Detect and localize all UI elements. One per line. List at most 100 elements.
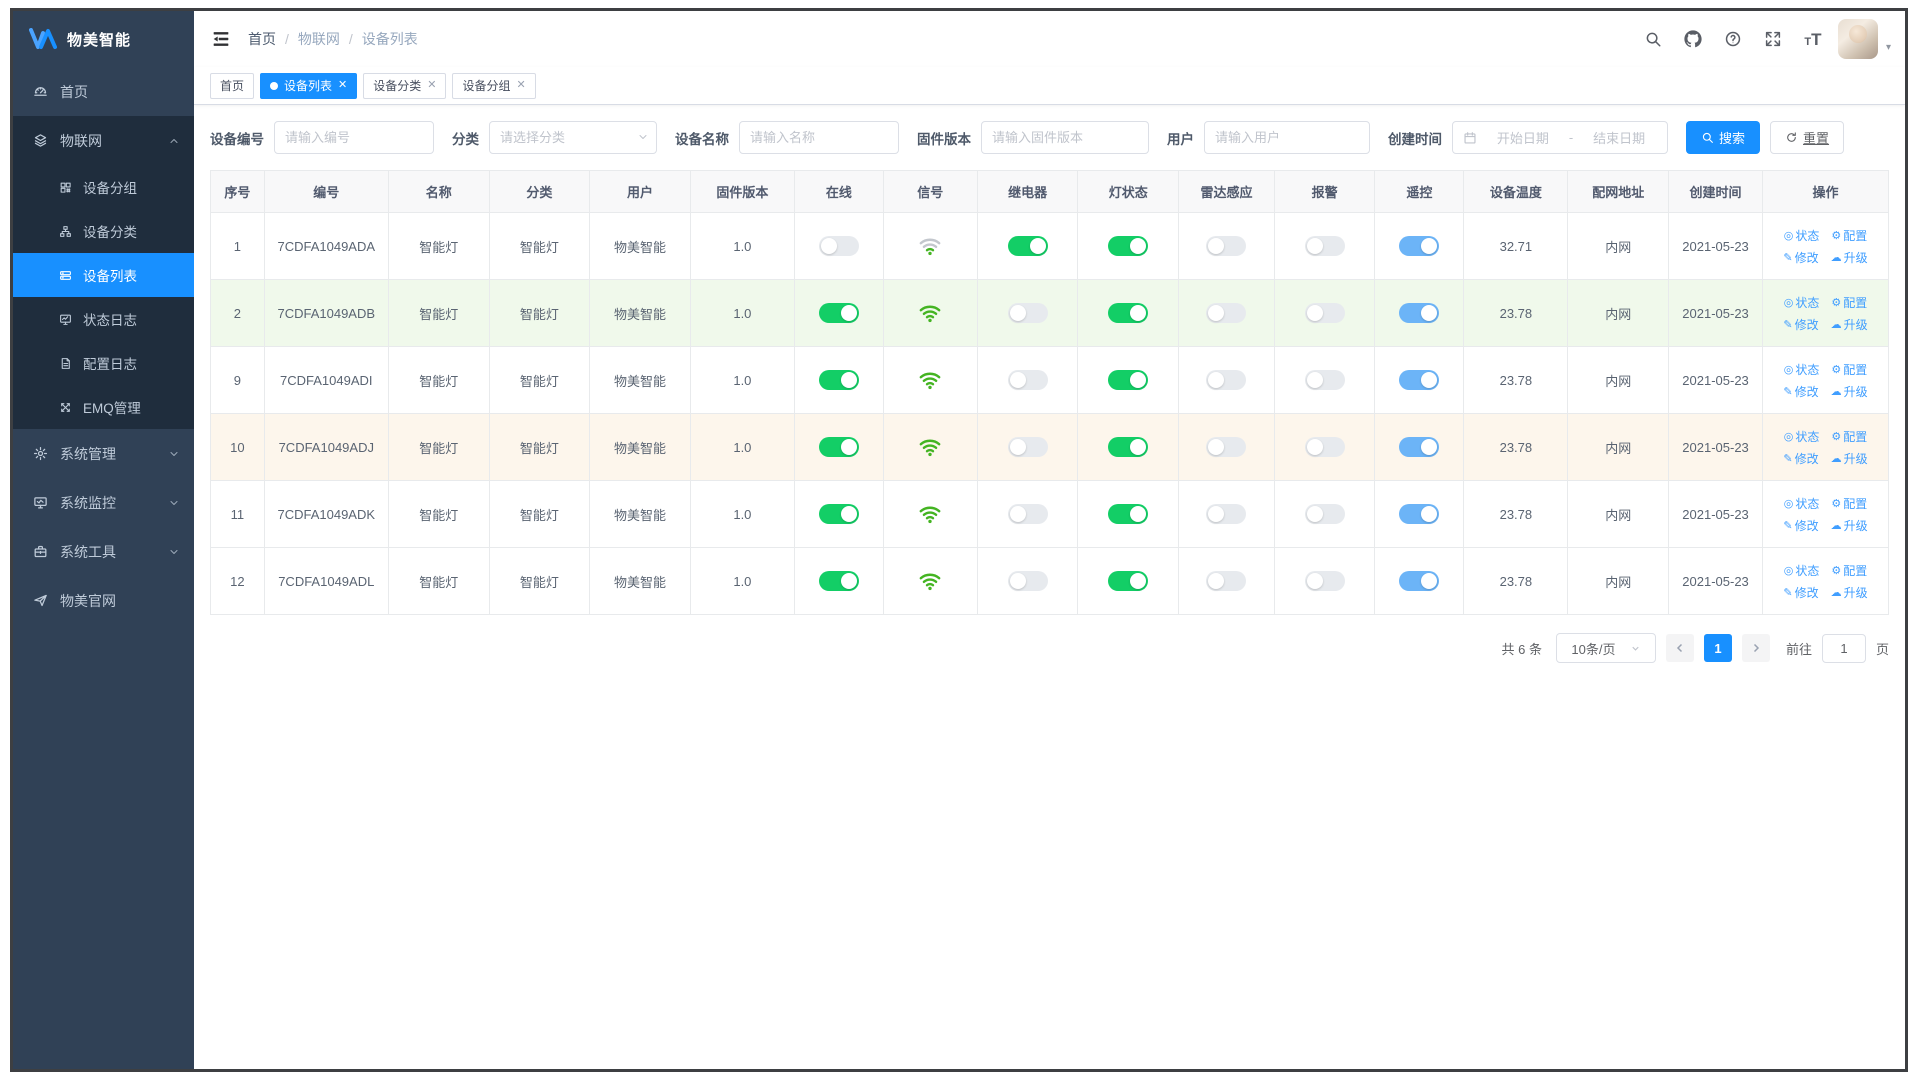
alarm-toggle[interactable]: [1304, 437, 1345, 457]
online-toggle[interactable]: [818, 236, 859, 256]
filter-input-4[interactable]: [1204, 121, 1370, 154]
remote-toggle[interactable]: [1399, 370, 1440, 390]
relay-toggle[interactable]: [1007, 236, 1048, 256]
filter-select-1[interactable]: [489, 121, 657, 154]
row-action-状态[interactable]: ◎ 状态: [1784, 361, 1820, 378]
next-page-button[interactable]: [1741, 634, 1770, 662]
search-button[interactable]: 搜索: [1686, 121, 1761, 154]
row-action-升级[interactable]: ☁ 升级: [1831, 249, 1868, 266]
row-action-状态[interactable]: ◎ 状态: [1784, 428, 1820, 445]
radar-toggle[interactable]: [1206, 236, 1247, 256]
radar-toggle[interactable]: [1206, 303, 1247, 323]
avatar-dropdown-caret-icon[interactable]: ▾: [1886, 42, 1891, 59]
sidebar-item-0[interactable]: 首页: [13, 67, 194, 116]
online-toggle[interactable]: [818, 437, 859, 457]
row-action-配置[interactable]: ⚙ 配置: [1831, 428, 1867, 445]
row-action-状态[interactable]: ◎ 状态: [1784, 227, 1820, 244]
prev-page-button[interactable]: [1665, 634, 1694, 662]
light-toggle[interactable]: [1108, 437, 1149, 457]
alarm-toggle[interactable]: [1304, 571, 1345, 591]
help-icon[interactable]: [1718, 24, 1748, 54]
light-toggle[interactable]: [1108, 571, 1149, 591]
row-action-配置[interactable]: ⚙ 配置: [1831, 562, 1867, 579]
tab-close-icon[interactable]: ✕: [427, 80, 436, 91]
goto-page-input[interactable]: [1821, 633, 1866, 663]
github-icon[interactable]: [1678, 24, 1708, 54]
light-toggle[interactable]: [1108, 236, 1149, 256]
tab-2[interactable]: 设备分类 ✕: [363, 72, 447, 99]
relay-toggle[interactable]: [1007, 504, 1048, 524]
alarm-toggle[interactable]: [1304, 236, 1345, 256]
row-action-升级[interactable]: ☁ 升级: [1831, 316, 1868, 333]
fullscreen-icon[interactable]: [1758, 24, 1788, 54]
online-toggle[interactable]: [818, 504, 859, 524]
row-action-配置[interactable]: ⚙ 配置: [1831, 294, 1867, 311]
radar-toggle[interactable]: [1206, 370, 1247, 390]
sidebar-subitem-1[interactable]: 设备分类: [13, 209, 194, 253]
select-value[interactable]: [489, 121, 657, 154]
row-action-状态[interactable]: ◎ 状态: [1784, 294, 1820, 311]
tab-3[interactable]: 设备分组 ✕: [452, 72, 536, 99]
row-action-配置[interactable]: ⚙ 配置: [1831, 361, 1867, 378]
sidebar-item-2[interactable]: 系统管理: [13, 429, 194, 478]
page-size-select[interactable]: 10条/页: [1555, 633, 1656, 663]
light-toggle[interactable]: [1108, 370, 1149, 390]
sidebar-item-4[interactable]: 系统工具: [13, 527, 194, 576]
sidebar-subitem-5[interactable]: EMQ管理: [13, 385, 194, 429]
user-avatar[interactable]: [1837, 19, 1878, 59]
relay-toggle[interactable]: [1007, 437, 1048, 457]
alarm-toggle[interactable]: [1304, 504, 1345, 524]
light-toggle[interactable]: [1108, 303, 1149, 323]
search-icon[interactable]: [1638, 24, 1668, 54]
sidebar-item-3[interactable]: 系统监控: [13, 478, 194, 527]
sidebar-subitem-0[interactable]: 设备分组: [13, 165, 194, 209]
row-action-修改[interactable]: ✎ 修改: [1783, 584, 1818, 601]
sidebar-subitem-4[interactable]: 配置日志: [13, 341, 194, 385]
breadcrumb-item-0[interactable]: 首页: [248, 29, 276, 49]
alarm-toggle[interactable]: [1304, 370, 1345, 390]
sidebar-collapse-icon[interactable]: [210, 28, 232, 50]
radar-toggle[interactable]: [1206, 504, 1247, 524]
filter-input-0[interactable]: [274, 121, 434, 154]
remote-toggle[interactable]: [1399, 437, 1440, 457]
row-action-升级[interactable]: ☁ 升级: [1831, 517, 1868, 534]
relay-toggle[interactable]: [1007, 571, 1048, 591]
font-size-icon[interactable]: TT: [1798, 24, 1828, 54]
row-action-状态[interactable]: ◎ 状态: [1784, 562, 1820, 579]
sidebar-subitem-2[interactable]: 设备列表: [13, 253, 194, 297]
remote-toggle[interactable]: [1399, 571, 1440, 591]
row-action-修改[interactable]: ✎ 修改: [1783, 517, 1818, 534]
online-toggle[interactable]: [818, 303, 859, 323]
tab-1[interactable]: 设备列表 ✕: [260, 72, 358, 99]
relay-toggle[interactable]: [1007, 303, 1048, 323]
sidebar-item-1[interactable]: 物联网: [13, 116, 194, 165]
row-action-配置[interactable]: ⚙ 配置: [1831, 227, 1867, 244]
row-action-修改[interactable]: ✎ 修改: [1783, 249, 1818, 266]
remote-toggle[interactable]: [1399, 504, 1440, 524]
tab-0[interactable]: 首页: [210, 72, 255, 99]
reset-button[interactable]: 重置: [1770, 121, 1845, 154]
alarm-toggle[interactable]: [1304, 303, 1345, 323]
tab-close-icon[interactable]: ✕: [338, 80, 347, 91]
logo[interactable]: 物美智能: [13, 11, 194, 67]
sidebar-item-5[interactable]: 物美官网: [13, 576, 194, 625]
filter-input-3[interactable]: [981, 121, 1149, 154]
page-number-button[interactable]: 1: [1703, 634, 1732, 662]
row-action-升级[interactable]: ☁ 升级: [1831, 450, 1868, 467]
row-action-升级[interactable]: ☁ 升级: [1831, 584, 1868, 601]
radar-toggle[interactable]: [1206, 571, 1247, 591]
remote-toggle[interactable]: [1399, 303, 1440, 323]
radar-toggle[interactable]: [1206, 437, 1247, 457]
row-action-升级[interactable]: ☁ 升级: [1831, 383, 1868, 400]
row-action-配置[interactable]: ⚙ 配置: [1831, 495, 1867, 512]
online-toggle[interactable]: [818, 571, 859, 591]
row-action-修改[interactable]: ✎ 修改: [1783, 383, 1818, 400]
row-action-状态[interactable]: ◎ 状态: [1784, 495, 1820, 512]
date-range-picker[interactable]: 开始日期 - 结束日期: [1452, 121, 1668, 154]
sidebar-subitem-3[interactable]: 状态日志: [13, 297, 194, 341]
filter-input-2[interactable]: [739, 121, 899, 154]
row-action-修改[interactable]: ✎ 修改: [1783, 450, 1818, 467]
light-toggle[interactable]: [1108, 504, 1149, 524]
row-action-修改[interactable]: ✎ 修改: [1783, 316, 1818, 333]
relay-toggle[interactable]: [1007, 370, 1048, 390]
